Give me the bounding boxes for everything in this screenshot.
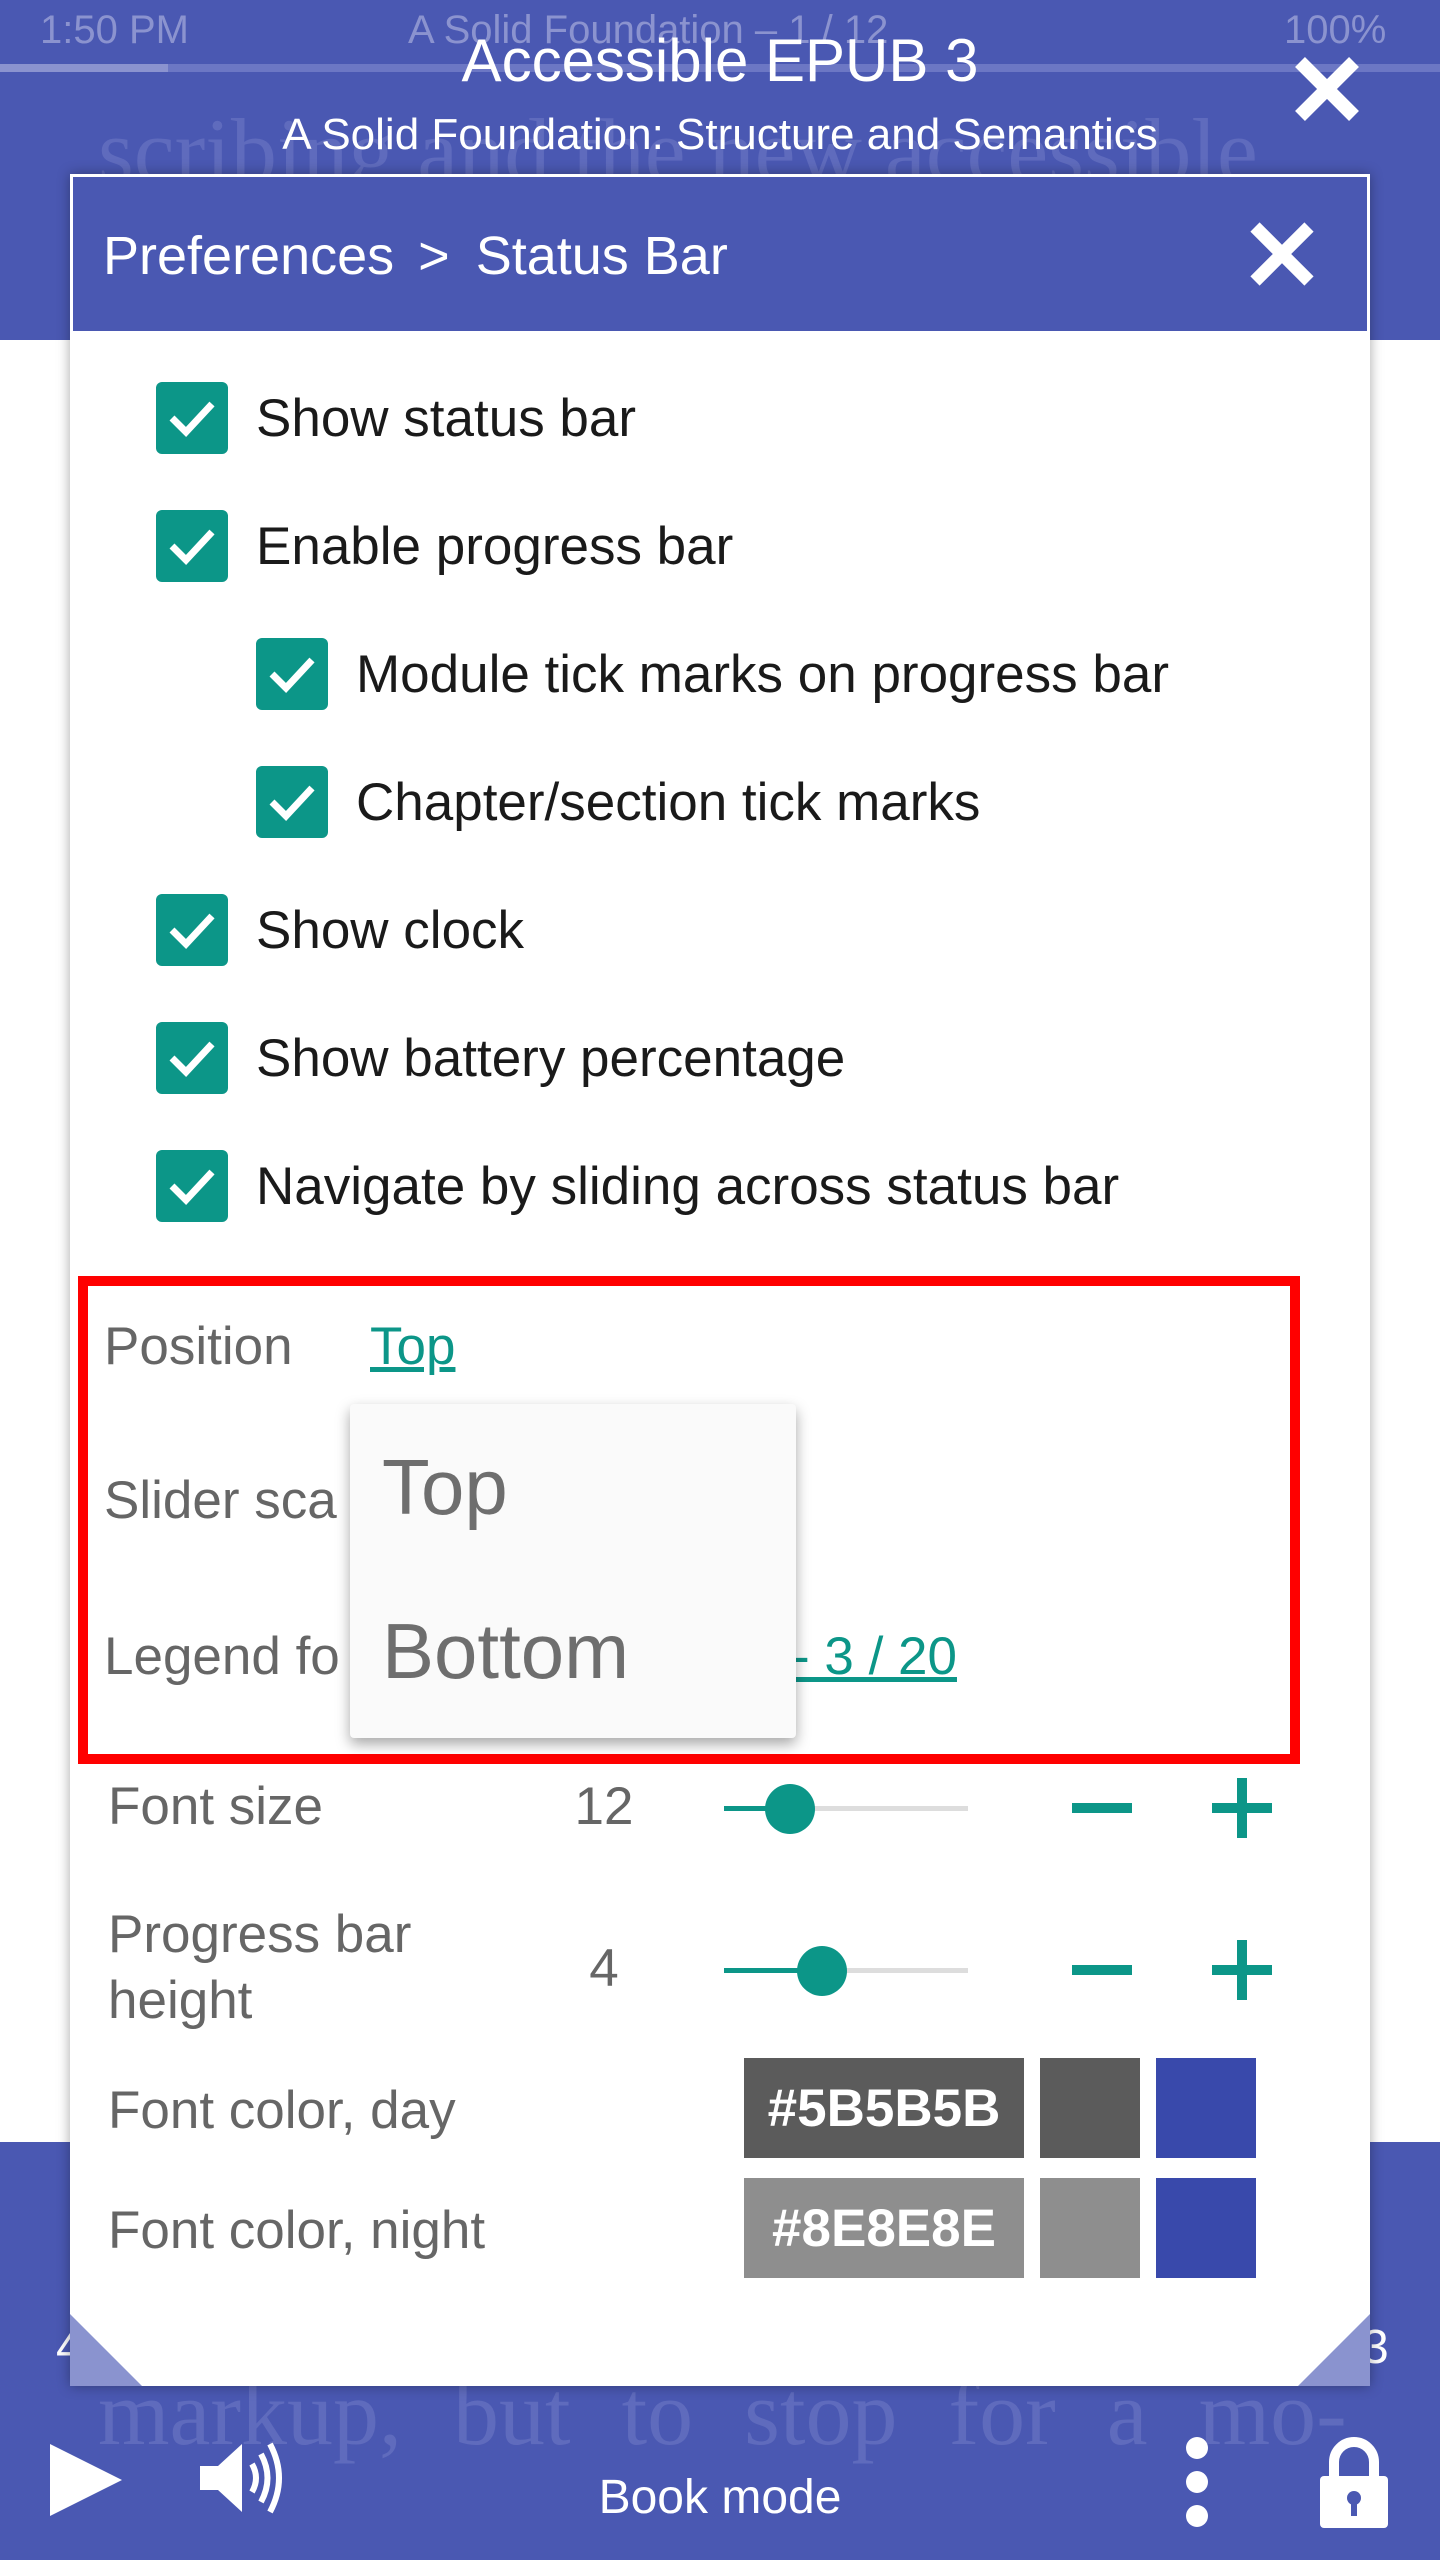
font-color-day-label: Font color, day [108,2081,456,2140]
slider-scale-label: Slider sca [104,1471,337,1530]
checkbox-checked-icon[interactable] [256,638,328,710]
chapter-subtitle: A Solid Foundation: Structure and Semant… [282,110,1158,159]
font-size-value: 12 [574,1777,634,1836]
font-color-night-label: Font color, night [108,2201,486,2260]
font-size-slider[interactable] [724,1784,968,1834]
breadcrumb-status-bar: Status Bar [475,226,728,286]
progress-height-slider[interactable] [724,1946,968,1996]
font-size-label: Font size [108,1777,324,1836]
checkbox-checked-icon[interactable] [156,1150,228,1222]
slider-thumb[interactable] [764,1784,815,1834]
breadcrumb-separator: > [418,226,450,286]
reader-close-icon[interactable] [1288,50,1366,128]
breadcrumb-preferences[interactable]: Preferences [103,226,394,286]
checkbox-label: Show clock [256,900,525,960]
module-tick-marks-option[interactable]: Module tick marks on progress bar [256,634,1169,714]
preferences-dialog: Preferences > Status Bar Show status bar E… [70,174,1370,2386]
font-color-night-swatch[interactable] [1040,2178,1140,2278]
more-options-icon[interactable] [1180,2436,1214,2528]
position-label: Position [104,1317,293,1376]
dialog-header: Preferences > Status Bar [70,174,1370,334]
progress-height-label-line1: Progress bar [108,1905,412,1964]
checkbox-checked-icon[interactable] [156,1022,228,1094]
dropdown-option-top[interactable]: Top [382,1442,508,1533]
position-dropdown-menu: Top Bottom [350,1404,796,1738]
show-battery-option[interactable]: Show battery percentage [156,1018,845,1098]
font-color-day-swatch[interactable] [1040,2058,1140,2158]
checkbox-label: Navigate by sliding across status bar [256,1156,1120,1216]
resize-corner-left-icon[interactable] [70,2314,142,2386]
slider-thumb[interactable] [796,1946,847,1996]
dialog-close-icon[interactable] [1247,219,1317,289]
progress-height-label-line2: height [108,1971,253,2030]
progress-height-plus-icon[interactable] [1210,1938,1274,2002]
font-size-plus-icon[interactable] [1210,1776,1274,1840]
checkbox-label: Show battery percentage [256,1028,846,1088]
checkbox-checked-icon[interactable] [256,766,328,838]
checkbox-label: Module tick marks on progress bar [356,644,1169,704]
book-mode-label[interactable]: Book mode [0,2470,1440,2525]
position-selector[interactable]: Top [370,1316,455,1377]
font-color-night-accent-swatch[interactable] [1156,2178,1256,2278]
font-color-day-accent-swatch[interactable] [1156,2058,1256,2158]
dropdown-option-bottom[interactable]: Bottom [382,1606,629,1697]
legend-format-label: Legend fo [104,1627,340,1686]
checkbox-checked-icon[interactable] [156,894,228,966]
lock-icon[interactable] [1318,2436,1390,2528]
progress-height-value: 4 [589,1939,619,1998]
book-title: Accessible EPUB 3 [461,27,979,94]
navigate-sliding-option[interactable]: Navigate by sliding across status bar [156,1146,1119,1226]
font-color-day-hex[interactable]: #5B5B5B [744,2058,1024,2158]
show-clock-option[interactable]: Show clock [156,890,524,970]
breadcrumb: Preferences > Status Bar [103,225,728,287]
checkbox-label: Enable progress bar [256,516,734,576]
chapter-tick-marks-option[interactable]: Chapter/section tick marks [256,762,980,842]
show-status-bar-option[interactable]: Show status bar [156,378,636,458]
progress-height-minus-icon[interactable] [1070,1938,1134,2002]
font-color-night-hex[interactable]: #8E8E8E [744,2178,1024,2278]
checkbox-checked-icon[interactable] [156,510,228,582]
checkbox-checked-icon[interactable] [156,382,228,454]
font-size-minus-icon[interactable] [1070,1776,1134,1840]
resize-corner-right-icon[interactable] [1298,2314,1370,2386]
enable-progress-bar-option[interactable]: Enable progress bar [156,506,733,586]
legend-format-selector[interactable]: - 3 / 20 [792,1626,957,1687]
checkbox-label: Chapter/section tick marks [356,772,981,832]
checkbox-label: Show status bar [256,388,637,448]
